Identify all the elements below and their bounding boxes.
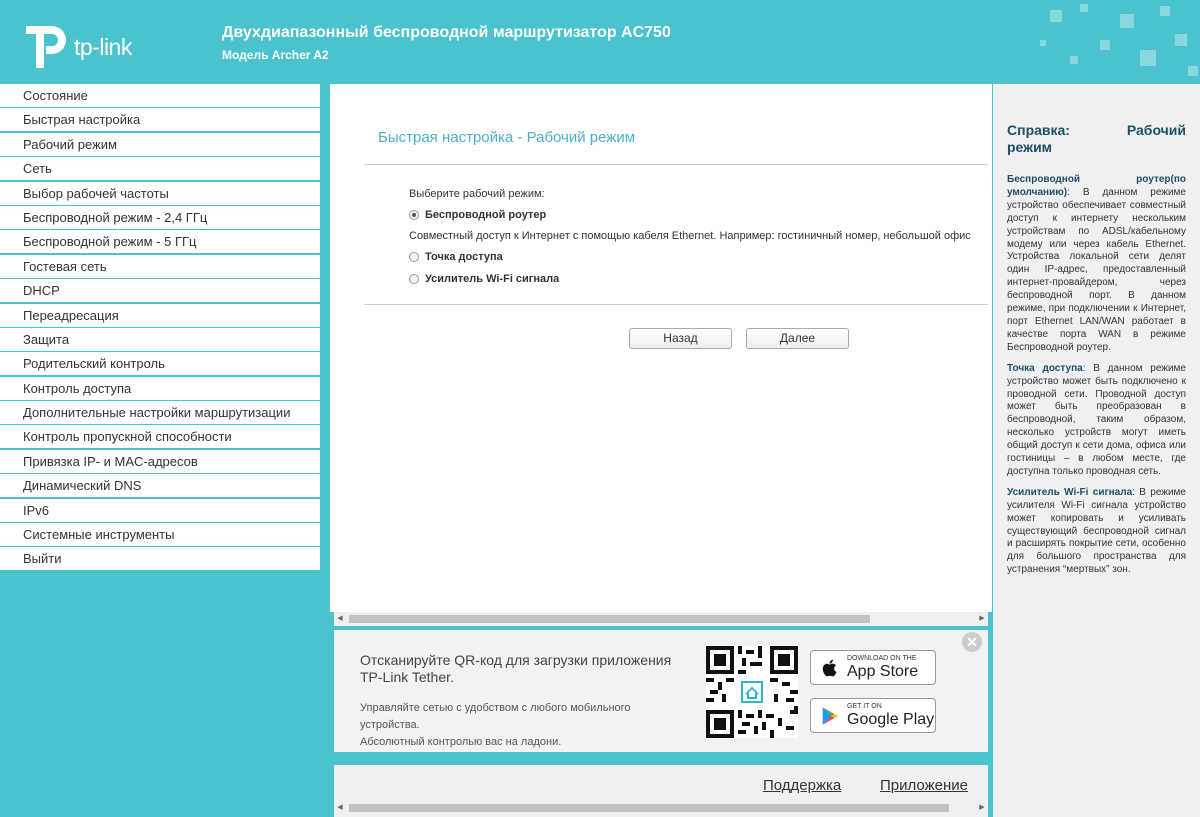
model-label: Модель Archer A2 [222,48,329,62]
help-title: Справка: Рабочий [1007,122,1186,138]
section-title: Быстрая настройка - Рабочий режим [378,129,636,146]
tp-link-logo[interactable]: tp-link [22,22,152,72]
help-term: Усилитель Wi-Fi сигнала [1007,486,1133,498]
help-panel: Справка: Рабочий режим Беспроводной роут… [993,84,1200,817]
router-description: Совместный доступ к Интернет с помощью к… [409,230,971,242]
scroll-left-arrow-icon[interactable]: ◀ [334,612,346,626]
divider [364,164,988,165]
sidebar-item-guest-network[interactable]: Гостевая сеть [0,254,320,278]
tether-promo-banner: Отсканируйте QR-код для загрузки приложе… [334,630,988,752]
title-block: Двухдиапазонный беспроводной маршрутизат… [222,24,671,62]
footer: Поддержка Приложение [334,765,988,801]
scroll-right-arrow-icon[interactable]: ▶ [976,612,988,626]
help-access-point: Точка доступа: В данном режиме устройств… [1007,363,1186,479]
sidebar-item-ip-mac-binding[interactable]: Привязка IP- и MAC-адресов [0,449,320,473]
tp-link-logo-icon [26,26,66,68]
app-store-small-label: DOWNLOAD ON THE [847,654,917,662]
promo-subtitle-line1: Управляйте сетью с удобством с любого мо… [360,702,631,731]
radio-access-point[interactable] [409,252,419,262]
scroll-right-arrow-icon[interactable]: ▶ [976,801,988,815]
sidebar-item-access-control[interactable]: Контроль доступа [0,376,320,400]
next-button[interactable]: Далее [746,328,849,349]
scrollbar-thumb[interactable] [349,615,870,623]
app-store-label: App Store [847,662,919,680]
help-term: Точка доступа [1007,362,1083,374]
logo-text: tp-link [74,33,132,60]
page-hscrollbar[interactable]: ◀ ▶ [334,801,988,817]
choose-mode-label: Выберите рабочий режим: [409,188,545,200]
google-play-text: GET IT ON Google Play [847,703,934,729]
sidebar-nav: Состояние Быстрая настройка Рабочий режи… [0,84,320,572]
operation-mode-form: Выберите рабочий режим: Беспроводной роу… [409,188,987,290]
help-text: : В режиме усилителя Wi-Fi сигнала устро… [1007,486,1186,576]
content-hscrollbar[interactable]: ◀ ▶ [334,612,988,626]
help-text: : В данном режиме устройство может быть … [1007,362,1186,477]
sidebar-item-dhcp[interactable]: DHCP [0,279,320,303]
app-store-text: DOWNLOAD ON THE App Store [847,655,918,681]
help-wireless-router: Беспроводной роутер(по умолчанию): В дан… [1007,174,1186,355]
sidebar-item-advanced-routing[interactable]: Дополнительные настройки маршрутизации [0,401,320,425]
divider [364,304,988,305]
back-button[interactable]: Назад [629,328,732,349]
header: tp-link Двухдиапазонный беспроводной мар… [0,0,1200,84]
google-play-small-label: GET IT ON [847,702,882,710]
sidebar-item-forwarding[interactable]: Переадресация [0,303,320,327]
google-play-button[interactable]: GET IT ON Google Play [810,698,936,733]
help-text: : В данном режиме устройство обеспечивае… [1007,186,1186,353]
support-link[interactable]: Поддержка [763,777,841,794]
option-range-extender[interactable]: Усилитель Wi-Fi сигнала [409,268,987,290]
option-wireless-router[interactable]: Беспроводной роутер [409,204,987,226]
radio-wireless-router[interactable] [409,210,419,220]
promo-subtitle: Управляйте сетью с удобством с любого мо… [360,700,660,751]
scrollbar-thumb[interactable] [349,804,949,812]
apple-icon [822,659,837,676]
sidebar-item-system-tools[interactable]: Системные инструменты [0,523,320,547]
scroll-left-arrow-icon[interactable]: ◀ [334,801,346,815]
google-play-label: Google Play [847,710,935,728]
qr-code-icon [706,646,798,738]
sidebar-item-band-selection[interactable]: Выбор рабочей частоты [0,181,320,205]
option-range-extender-label: Усилитель Wi-Fi сигнала [425,273,560,285]
header-decoration [1040,4,1198,76]
app-link[interactable]: Приложение [880,777,968,794]
sidebar-item-parental-control[interactable]: Родительский контроль [0,352,320,376]
option-wireless-router-label: Беспроводной роутер [425,209,547,221]
sidebar-item-wireless-5[interactable]: Беспроводной режим - 5 ГГц [0,230,320,254]
sidebar-item-ddns[interactable]: Динамический DNS [0,474,320,498]
sidebar-item-logout[interactable]: Выйти [0,547,320,571]
option-access-point-label: Точка доступа [425,251,503,263]
sidebar-item-operation-mode[interactable]: Рабочий режим [0,132,320,156]
option-access-point[interactable]: Точка доступа [409,246,987,268]
sidebar-item-quick-setup[interactable]: Быстрая настройка [0,108,320,132]
sidebar-item-bandwidth-control[interactable]: Контроль пропускной способности [0,425,320,449]
radio-range-extender[interactable] [409,274,419,284]
main-content: Быстрая настройка - Рабочий режим Выбери… [330,84,992,612]
sidebar-item-security[interactable]: Защита [0,327,320,351]
google-play-icon [822,706,839,725]
promo-title: Отсканируйте QR-код для загрузки приложе… [360,652,672,685]
help-range-extender: Усилитель Wi-Fi сигнала: В режиме усилит… [1007,487,1186,577]
sidebar-item-wireless-24[interactable]: Беспроводной режим - 2,4 ГГц [0,205,320,229]
help-title-cont: режим [1007,139,1053,155]
page-title: Двухдиапазонный беспроводной маршрутизат… [222,24,671,41]
sidebar-item-ipv6[interactable]: IPv6 [0,498,320,522]
sidebar-item-network[interactable]: Сеть [0,157,320,181]
app-store-button[interactable]: DOWNLOAD ON THE App Store [810,650,936,685]
close-promo-button[interactable]: ✕ [962,632,982,652]
sidebar-item-status[interactable]: Состояние [0,84,320,107]
promo-subtitle-line2: Абсолютный контролью вас на ладони. [360,736,562,748]
